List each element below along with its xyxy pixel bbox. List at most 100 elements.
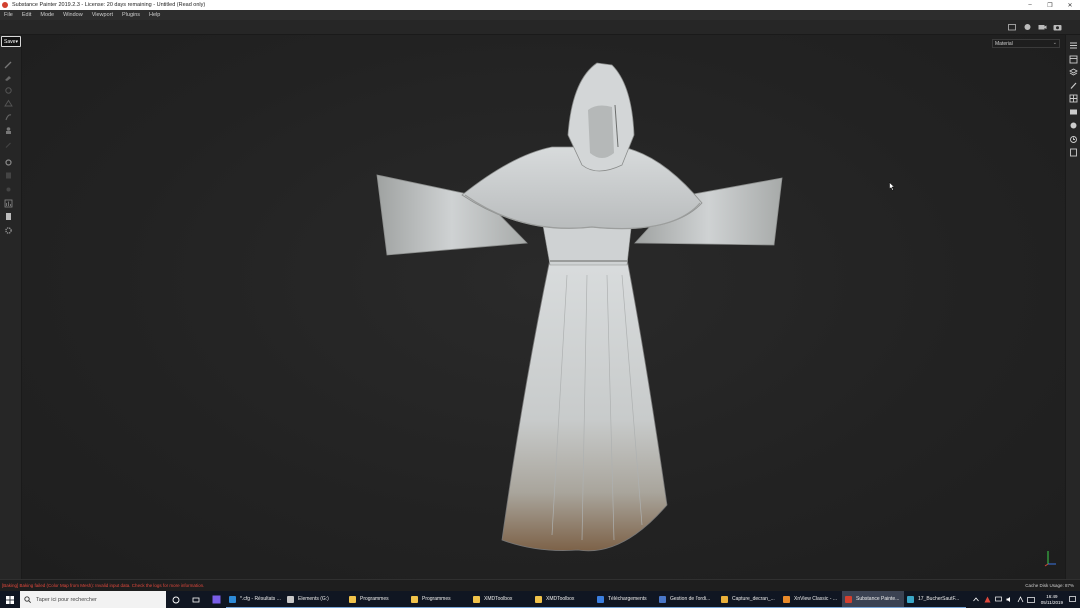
taskbar-item-label: Téléchargements bbox=[608, 596, 647, 602]
keyboard-icon[interactable] bbox=[1027, 595, 1036, 604]
texture-set-settings-icon[interactable] bbox=[1069, 51, 1078, 64]
app-icon bbox=[659, 595, 666, 603]
settings-icon[interactable] bbox=[4, 154, 13, 166]
3d-viewport[interactable]: Material ⌄ bbox=[22, 35, 1065, 579]
bake-icon[interactable] bbox=[4, 181, 13, 192]
cortana-button[interactable] bbox=[166, 591, 186, 608]
save-button[interactable]: Save ▾ bbox=[1, 36, 21, 47]
taskbar-items: *.cfg - Résultats ... Elements (G:) Progra… bbox=[226, 591, 966, 608]
top-toolbar bbox=[0, 20, 1080, 35]
right-dock bbox=[1065, 35, 1080, 579]
taskbar-item[interactable]: Programmes bbox=[408, 591, 470, 608]
minimize-button[interactable]: – bbox=[1020, 0, 1040, 10]
search-icon bbox=[24, 596, 31, 603]
app-icon bbox=[597, 595, 604, 603]
close-button[interactable]: ✕ bbox=[1060, 0, 1080, 10]
task-view-button[interactable] bbox=[186, 591, 206, 608]
menu-mode[interactable]: Mode bbox=[36, 12, 59, 18]
app-icon bbox=[229, 595, 236, 603]
notifications-icon[interactable] bbox=[1068, 595, 1077, 604]
menu-viewport[interactable]: Viewport bbox=[88, 12, 118, 18]
window-title: Substance Painter 2019.2.3 - License: 20… bbox=[12, 2, 206, 8]
windows-logo-icon bbox=[6, 595, 14, 604]
mouse-cursor-icon bbox=[889, 182, 895, 191]
windows-taskbar: Taper ici pour rechercher *.cfg - Résult… bbox=[0, 591, 1080, 608]
start-button[interactable] bbox=[0, 591, 20, 608]
eraser-icon[interactable] bbox=[4, 69, 13, 81]
app-icon bbox=[473, 595, 480, 603]
menu-file[interactable]: File bbox=[0, 12, 18, 18]
viewport-tools bbox=[1008, 23, 1062, 31]
clone-icon[interactable] bbox=[4, 122, 13, 134]
histogram-icon[interactable] bbox=[4, 195, 13, 208]
app-icon bbox=[783, 595, 790, 603]
taskbar-item[interactable]: Capture_decran_... bbox=[718, 591, 780, 608]
projection-icon[interactable] bbox=[4, 82, 13, 94]
antivirus-icon[interactable] bbox=[983, 595, 992, 604]
taskbar-item-label: XMDToolbox bbox=[546, 596, 575, 602]
polygon-fill-icon[interactable] bbox=[4, 95, 13, 107]
taskbar-item-label: Programmes bbox=[422, 596, 451, 602]
taskbar-item[interactable]: XnView Classic - ... bbox=[780, 591, 842, 608]
maximize-button[interactable]: ❐ bbox=[1040, 0, 1060, 10]
log-icon[interactable] bbox=[1069, 144, 1078, 157]
menu-edit[interactable]: Edit bbox=[18, 12, 36, 18]
screenshot-folder-icon[interactable] bbox=[1008, 23, 1017, 31]
document-icon[interactable] bbox=[4, 208, 13, 220]
properties-icon[interactable] bbox=[1069, 77, 1078, 89]
taskbar-item[interactable]: Programmes bbox=[346, 591, 408, 608]
taskbar-item[interactable]: 17_BucherSautF... bbox=[904, 591, 966, 608]
task-view-icon bbox=[192, 597, 200, 602]
color-picker-icon[interactable] bbox=[4, 136, 13, 148]
chevron-up-icon[interactable] bbox=[972, 595, 981, 604]
baking-error-message[interactable]: [Baking] Baking failed (Color Map from M… bbox=[2, 583, 204, 588]
left-toolbar: Save ▾ bbox=[0, 35, 22, 579]
taskbar-search-box[interactable]: Taper ici pour rechercher bbox=[20, 591, 166, 608]
taskbar-item[interactable]: XMDToolbox bbox=[470, 591, 532, 608]
pinned-app-button[interactable] bbox=[206, 591, 226, 608]
app-icon bbox=[721, 595, 728, 603]
layers-icon[interactable] bbox=[1069, 64, 1078, 76]
circle-icon bbox=[172, 596, 180, 603]
app-icon bbox=[907, 595, 914, 603]
paint-brush-icon[interactable] bbox=[4, 56, 13, 69]
search-placeholder: Taper ici pour rechercher bbox=[36, 596, 97, 603]
hooded-robe-3d-model[interactable] bbox=[22, 35, 1065, 579]
menu-window[interactable]: Window bbox=[59, 12, 88, 18]
taskbar-item[interactable]: Elements (G:) bbox=[284, 591, 346, 608]
title-bar: Substance Painter 2019.2.3 - License: 20… bbox=[0, 0, 1080, 10]
status-bar: [Baking] Baking failed (Color Map from M… bbox=[0, 579, 1080, 591]
taskbar-item-label: Capture_decran_... bbox=[732, 596, 775, 602]
axis-gizmo-icon bbox=[1044, 551, 1056, 567]
gear-icon[interactable] bbox=[4, 222, 13, 234]
taskbar-item-label: XnView Classic - ... bbox=[794, 596, 837, 602]
smudge-icon[interactable] bbox=[4, 109, 13, 121]
snapshot-icon[interactable] bbox=[1053, 23, 1062, 31]
viewer-settings-icon[interactable] bbox=[1069, 117, 1078, 129]
render-mode-icon[interactable] bbox=[1023, 23, 1032, 31]
volume-icon[interactable] bbox=[1005, 595, 1014, 604]
taskbar-item-label: *.cfg - Résultats ... bbox=[240, 596, 281, 602]
shader-settings-icon[interactable] bbox=[1069, 104, 1078, 115]
layers-stack-icon[interactable] bbox=[4, 167, 13, 179]
menu-bar: File Edit Mode Window Viewport Plugins H… bbox=[0, 10, 1080, 20]
camera-icon[interactable] bbox=[1038, 23, 1047, 31]
clock[interactable]: 16:49 05/11/2019 bbox=[1041, 594, 1063, 606]
window-controls: – ❐ ✕ bbox=[1020, 0, 1080, 10]
language-icon[interactable] bbox=[1016, 595, 1025, 604]
menu-plugins[interactable]: Plugins bbox=[118, 12, 145, 18]
history-icon[interactable] bbox=[1069, 131, 1078, 143]
save-label: Save bbox=[4, 38, 16, 45]
taskbar-item[interactable]: Téléchargements bbox=[594, 591, 656, 608]
taskbar-item[interactable]: Substance Painte... bbox=[842, 591, 904, 608]
texture-set-list-icon[interactable] bbox=[1069, 37, 1078, 49]
taskbar-item[interactable]: *.cfg - Résultats ... bbox=[226, 591, 284, 608]
taskbar-item[interactable]: Gestion de l'ordi... bbox=[656, 591, 718, 608]
taskbar-item-label: Programmes bbox=[360, 596, 389, 602]
taskbar-item[interactable]: XMDToolbox bbox=[532, 591, 594, 608]
taskbar-item-label: 17_BucherSautF... bbox=[918, 596, 960, 602]
network-icon[interactable] bbox=[994, 595, 1003, 604]
menu-help[interactable]: Help bbox=[145, 12, 165, 18]
taskbar-item-label: Substance Painte... bbox=[856, 596, 900, 602]
display-settings-icon[interactable] bbox=[1069, 90, 1078, 103]
